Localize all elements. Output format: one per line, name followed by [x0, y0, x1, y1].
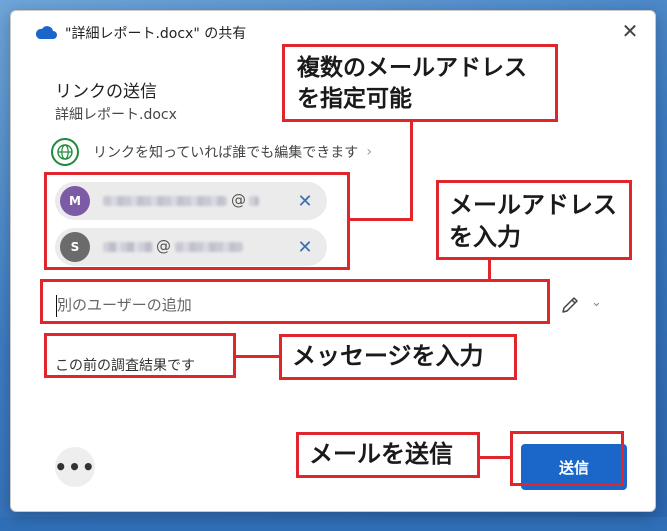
highlight-message — [44, 333, 236, 378]
section-heading: リンクの送信 — [55, 82, 157, 102]
chevron-right-icon: › — [366, 144, 372, 160]
link-settings-button[interactable]: リンクを知っていれば誰でも編集できます › — [51, 137, 372, 167]
callout-enter-message: メッセージを入力 — [279, 334, 517, 380]
callout-text: を入力 — [449, 223, 521, 251]
onedrive-cloud-icon — [35, 26, 57, 39]
chevron-down-icon[interactable]: ⌄ — [591, 295, 602, 310]
desktop-background — [0, 517, 667, 531]
highlight-recipients — [44, 172, 350, 270]
callout-text: 複数のメールアドレスを指定可能 — [297, 55, 527, 112]
callout-text: メールアドレス — [449, 191, 617, 219]
callout-send-mail: メールを送信 — [296, 432, 480, 478]
callout-multiple-emails: 複数のメールアドレスを指定可能 — [282, 44, 558, 122]
callout-enter-email: メールアドレス を入力 — [436, 180, 632, 260]
globe-icon — [51, 138, 79, 166]
highlight-add-user — [40, 279, 550, 324]
close-icon: ✕ — [621, 19, 639, 43]
window-title: "詳細レポート.docx" の共有 — [65, 26, 247, 42]
callout-text: メッセージを入力 — [292, 342, 484, 370]
file-name: 詳細レポート.docx — [55, 107, 177, 123]
connector-line — [236, 355, 280, 358]
more-options-button[interactable]: ••• — [54, 447, 95, 487]
link-permission-text: リンクを知っていれば誰でも編集できます — [93, 145, 359, 161]
connector-line — [478, 456, 512, 459]
connector-line — [350, 218, 413, 221]
callout-text: メールを送信 — [309, 440, 453, 468]
pencil-icon[interactable] — [559, 294, 581, 316]
connector-line — [488, 258, 491, 280]
close-button[interactable]: ✕ — [615, 17, 645, 45]
highlight-send — [510, 431, 624, 486]
connector-line — [410, 120, 413, 220]
